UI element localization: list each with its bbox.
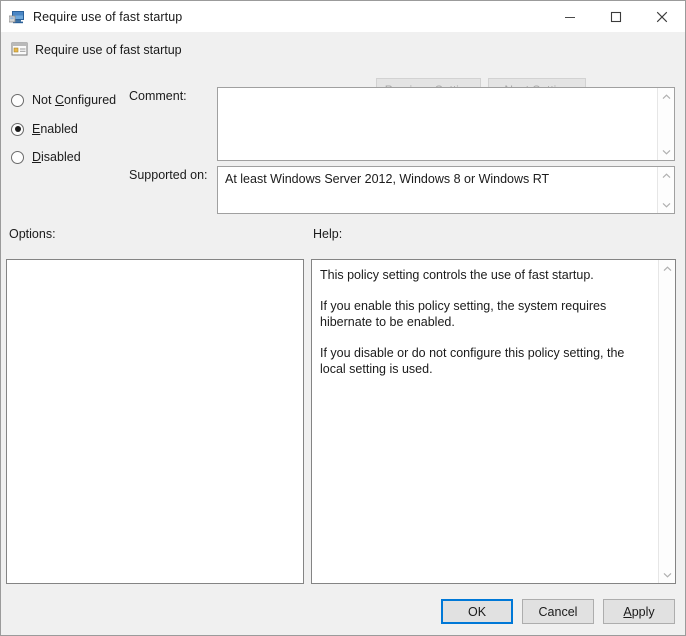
apply-button[interactable]: Apply [603,599,675,624]
setting-name-label: Require use of fast startup [35,43,182,57]
close-button[interactable] [639,1,685,32]
radio-disabled-indicator[interactable] [11,150,24,164]
help-paragraph: If you disable or do not configure this … [320,345,625,377]
dialog-header: Require use of fast startup Previous Set… [2,32,685,101]
maximize-button[interactable] [593,1,639,32]
help-scrollbar[interactable] [658,260,675,583]
radio-not-configured-indicator[interactable] [11,93,24,107]
minimize-button[interactable] [547,1,593,32]
scroll-down-icon[interactable] [659,566,675,583]
ok-button-label: OK [467,604,487,619]
supported-on-value: At least Windows Server 2012, Windows 8 … [225,172,550,186]
options-label: Options: [9,227,56,241]
help-panel[interactable]: This policy setting controls the use of … [311,259,676,584]
supported-on-scrollbar[interactable] [657,167,674,213]
radio-disabled[interactable]: Disabled [11,148,81,166]
help-content: This policy setting controls the use of … [320,267,653,378]
cancel-button-label: Cancel [538,604,578,619]
ok-button[interactable]: OK [441,599,513,624]
help-paragraph: If you enable this policy setting, the s… [320,298,607,330]
comment-label: Comment: [129,89,187,103]
help-paragraph: This policy setting controls the use of … [320,268,594,282]
title-bar: Require use of fast startup [1,1,685,32]
scroll-down-icon[interactable] [658,196,674,213]
scroll-up-icon[interactable] [659,260,675,277]
maximize-icon [610,11,622,22]
policy-computer-icon [8,9,26,25]
radio-disabled-label: Disabled [32,150,81,164]
radio-not-configured[interactable]: Not Configured [11,91,116,109]
policy-setting-dialog: Require use of fast startup Require use … [0,0,686,636]
radio-not-configured-label: Not Configured [32,93,117,107]
supported-on-label: Supported on: [129,168,208,182]
supported-on-field[interactable]: At least Windows Server 2012, Windows 8 … [217,166,675,214]
radio-enabled-indicator[interactable] [11,122,24,136]
scroll-down-icon[interactable] [658,143,674,160]
radio-enabled-label: Enabled [32,122,78,136]
options-panel[interactable] [6,259,304,584]
policy-setting-icon [11,41,29,58]
comment-scrollbar[interactable] [657,88,674,160]
help-label: Help: [313,227,343,241]
scroll-up-icon[interactable] [658,88,674,105]
apply-button-label: Apply [623,604,655,619]
comment-textarea[interactable] [217,87,675,161]
scroll-up-icon[interactable] [658,167,674,184]
window-title: Require use of fast startup [33,9,183,24]
cancel-button[interactable]: Cancel [522,599,594,624]
radio-enabled[interactable]: Enabled [11,120,78,138]
close-icon [656,11,668,22]
minimize-icon [565,16,575,18]
